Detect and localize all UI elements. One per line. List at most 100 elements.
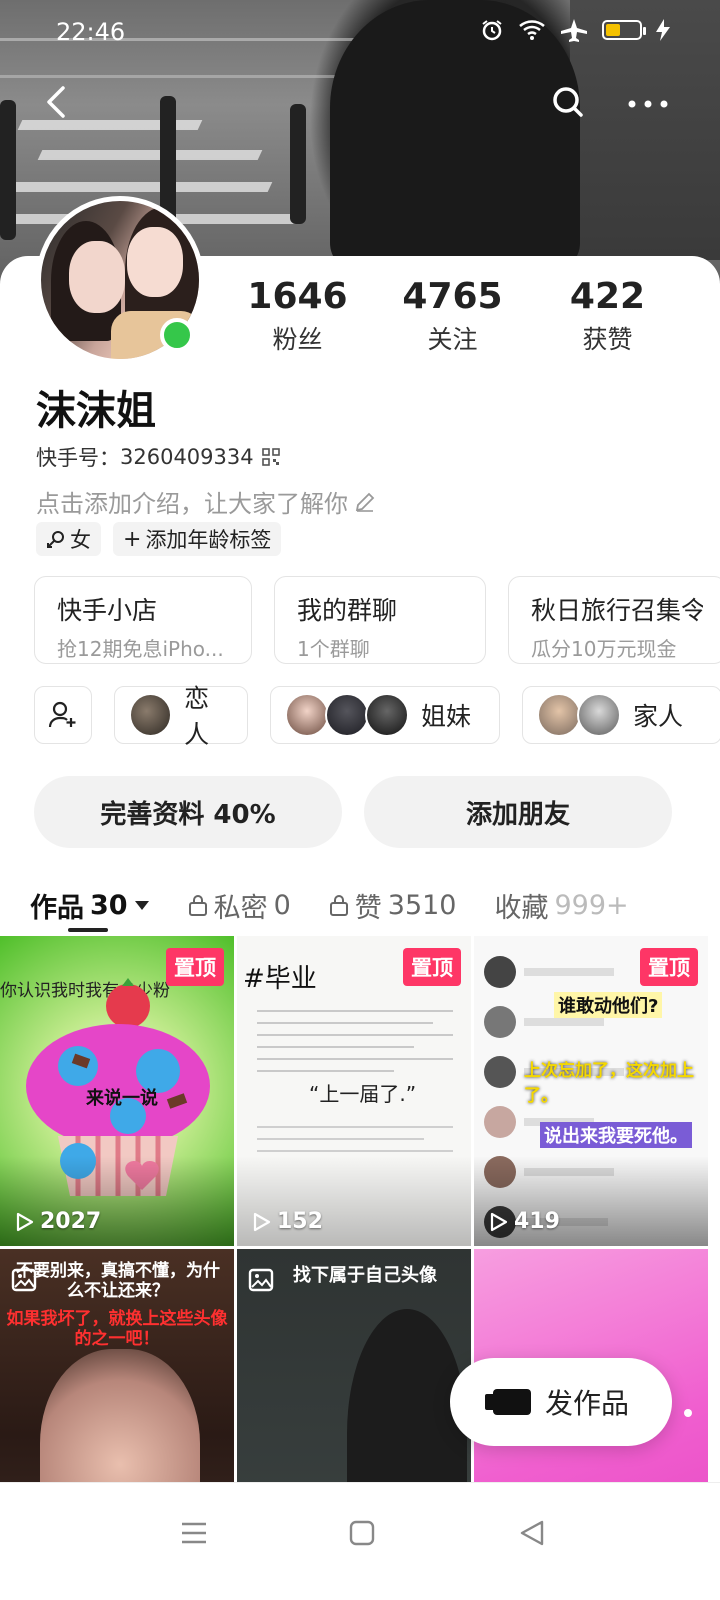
gender-tag-label: 女 (70, 528, 91, 552)
work-caption-secondary: 上次忘加了，这次加上了。 (524, 1061, 694, 1106)
relation-label: 家人 (633, 702, 684, 731)
add-friend-button[interactable]: 添加朋友 (364, 776, 672, 848)
tab-works[interactable]: 作品 30 (30, 886, 150, 925)
more-icon[interactable] (620, 82, 676, 122)
active-tab-indicator (68, 928, 108, 932)
photo-album-icon (248, 1268, 274, 1292)
charging-icon (656, 19, 670, 41)
pinned-badge: 置顶 (640, 948, 698, 986)
shortcut-subtitle: 1个群聊 (297, 637, 370, 661)
tab-favorites[interactable]: 收藏 999+ (494, 886, 628, 925)
shortcut-title: 快手小店 (57, 596, 158, 625)
works-grid: 你认识我时我有多少粉 来说一说 置顶 2027 #毕业 “上一届了.” 置顶 1… (0, 936, 720, 1559)
back-icon[interactable] (38, 82, 78, 122)
pinned-badge: 置顶 (403, 948, 461, 986)
stat-value: 4765 (402, 276, 503, 317)
shortcut-title: 我的群聊 (297, 596, 398, 625)
caret-down-icon (134, 901, 149, 910)
search-icon[interactable] (548, 82, 588, 122)
publish-label: 发作品 (544, 1387, 629, 1420)
home-icon[interactable] (342, 1513, 382, 1553)
work-item[interactable]: #毕业 “上一届了.” 置顶 152 (237, 936, 471, 1246)
status-bar: 22:46 (0, 0, 720, 64)
gender-tag[interactable]: 女 (36, 522, 101, 556)
qr-code-icon[interactable] (261, 448, 280, 466)
complete-profile-button[interactable]: 完善资料 40% (34, 776, 342, 848)
add-relationship-button[interactable] (34, 686, 92, 744)
stat-following[interactable]: 4765 关注 (375, 276, 530, 356)
tab-count: 0 (273, 889, 291, 921)
play-count: 152 (253, 1209, 323, 1234)
online-status-dot (160, 318, 194, 352)
relation-avatar (365, 693, 409, 737)
work-caption-secondary: 如果我坏了，就换上这些头像的之一吧！ (6, 1309, 228, 1349)
add-person-icon (48, 701, 76, 728)
stat-followers[interactable]: 1646 粉丝 (220, 276, 375, 356)
relation-lover[interactable]: 恋人 (114, 684, 248, 749)
work-caption-secondary: 来说一说 (86, 1088, 158, 1109)
edit-pencil-icon (355, 492, 375, 512)
tab-label: 私密 (213, 892, 268, 924)
shortcut-group-chat[interactable]: 我的群聊 1个群聊 (274, 576, 486, 664)
user-id-label: 快手号： (36, 446, 120, 470)
add-age-tag-button[interactable]: + 添加年龄标签 (113, 522, 282, 556)
tab-private[interactable]: 私密 0 (188, 886, 291, 925)
alarm-icon (482, 20, 502, 41)
work-item[interactable]: 谁敢动他们? 上次忘加了，这次加上了。 说出来我要死他。 置顶 419 (474, 936, 708, 1246)
lock-icon (329, 895, 348, 916)
play-icon (253, 1212, 271, 1231)
play-count: 2027 (16, 1209, 101, 1234)
work-caption: #毕业 (243, 964, 317, 994)
tab-likes[interactable]: 赞 3510 (329, 886, 456, 925)
shortcut-kuaishou-shop[interactable]: 快手小店 抢12期免息iPho... (34, 576, 252, 664)
video-camera-icon (484, 1389, 531, 1415)
relation-avatar (129, 693, 173, 737)
pinned-badge: 置顶 (166, 948, 224, 986)
work-caption: 不要别来，真搞不懂，为什么不让还来？ (16, 1261, 220, 1301)
content-tabs: 作品 30 私密 0 赞 3510 收藏 999+ (30, 876, 720, 934)
relation-avatar (325, 693, 369, 737)
play-icon (490, 1212, 508, 1231)
shortcut-subtitle: 抢12期免息iPho... (57, 637, 224, 661)
system-nav-bar (0, 1482, 720, 1600)
tab-label: 作品 (30, 892, 84, 924)
relation-avatar (285, 693, 329, 737)
tab-label: 赞 (354, 892, 382, 924)
relation-avatar (537, 693, 581, 737)
status-time: 22:46 (56, 18, 126, 46)
publish-button[interactable]: 发作品 (450, 1358, 672, 1446)
plus-icon: + (123, 526, 142, 552)
female-icon (47, 531, 64, 548)
stat-label: 关注 (427, 325, 478, 354)
shortcut-autumn-travel[interactable]: 秋日旅行召集令 瓜分10万元现金 (508, 576, 720, 664)
profile-name: 沫沫姐 (36, 388, 156, 434)
lock-icon (188, 895, 207, 916)
relation-label: 恋人 (184, 684, 210, 749)
play-count-value: 2027 (40, 1209, 102, 1234)
user-id-value: 3260409334 (120, 445, 254, 469)
relation-family[interactable]: 家人 (522, 686, 720, 744)
play-icon (16, 1212, 34, 1231)
play-count-value: 419 (514, 1209, 560, 1234)
work-caption: 谁敢动他们? (554, 992, 663, 1018)
relation-sisters[interactable]: 姐妹 (270, 686, 500, 744)
stat-likes[interactable]: 422 获赞 (530, 276, 685, 356)
work-caption-secondary: “上一届了.” (309, 1082, 417, 1106)
stat-label: 获赞 (582, 325, 633, 354)
tab-count: 30 (90, 889, 128, 921)
user-id-row[interactable]: 快手号： 3260409334 (36, 442, 280, 472)
tab-count: 999+ (554, 889, 629, 921)
sparkle (684, 1409, 692, 1417)
back-nav-icon[interactable] (512, 1513, 552, 1553)
menu-icon[interactable] (174, 1513, 214, 1553)
shortcut-subtitle: 瓜分10万元现金 (531, 637, 677, 661)
battery-icon (602, 20, 646, 40)
work-caption: 找下属于自己头像 (293, 1265, 437, 1286)
profile-stats: 1646 粉丝 4765 关注 422 获赞 (220, 276, 700, 356)
add-intro-button[interactable]: 点击添加介绍，让大家了解你 (36, 484, 376, 519)
intro-placeholder: 点击添加介绍，让大家了解你 (36, 490, 348, 518)
work-caption-tertiary: 说出来我要死他。 (540, 1122, 692, 1148)
play-count-value: 152 (277, 1209, 323, 1234)
work-item[interactable]: 你认识我时我有多少粉 来说一说 置顶 2027 (0, 936, 234, 1246)
relationship-row: 恋人 姐妹 家人 (34, 684, 720, 749)
